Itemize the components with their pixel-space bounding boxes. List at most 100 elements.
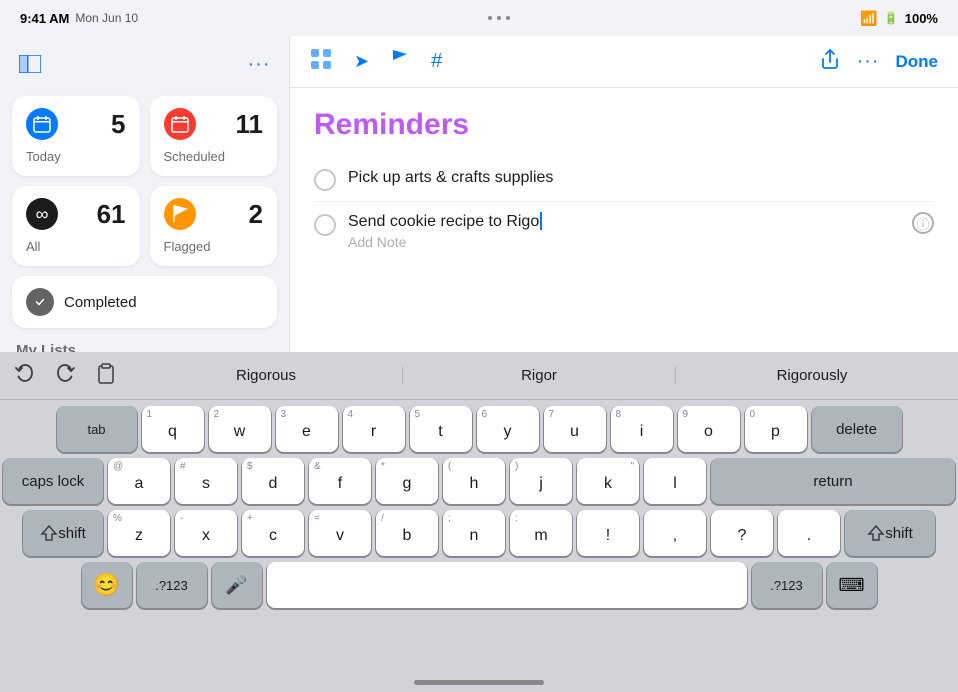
reminder-item-2[interactable]: Send cookie recipe to Rigo Add Note ⓘ xyxy=(314,202,934,260)
smart-list-all[interactable]: ∞ 61 All xyxy=(12,186,140,266)
reminder-checkbox-1[interactable] xyxy=(314,169,336,191)
toolbar-share-icon[interactable] xyxy=(819,48,841,76)
key-n[interactable]: ; n xyxy=(443,510,505,556)
reminder-checkbox-2[interactable] xyxy=(314,214,336,236)
suggestion-1[interactable]: Rigor xyxy=(403,367,676,384)
home-indicator xyxy=(0,672,958,692)
key-question[interactable]: ? xyxy=(711,510,773,556)
toolbar-more-icon[interactable]: ··· xyxy=(857,50,880,73)
toolbar-location-icon[interactable]: ➤ xyxy=(354,51,369,72)
key-v[interactable]: = v xyxy=(309,510,371,556)
done-button[interactable]: Done xyxy=(896,52,939,72)
key-i[interactable]: 8 i xyxy=(611,406,673,452)
reminder-info-icon-2[interactable]: ⓘ xyxy=(912,212,934,234)
key-period[interactable]: . xyxy=(778,510,840,556)
numbers-key-left[interactable]: .?123 xyxy=(137,562,207,608)
reminder-text-block-1: Pick up arts & crafts supplies xyxy=(348,168,934,189)
sidebar-toggle-button[interactable] xyxy=(16,50,44,78)
key-o[interactable]: 9 o xyxy=(678,406,740,452)
dot3 xyxy=(506,16,510,20)
key-x[interactable]: - x xyxy=(175,510,237,556)
key-e[interactable]: 3 e xyxy=(276,406,338,452)
space-key[interactable] xyxy=(267,562,747,608)
dot2 xyxy=(497,16,501,20)
key-f[interactable]: & f xyxy=(309,458,371,504)
key-exclaim[interactable]: ! xyxy=(577,510,639,556)
delete-key[interactable]: delete xyxy=(812,406,902,452)
key-d[interactable]: $ d xyxy=(242,458,304,504)
caps-lock-key[interactable]: caps lock xyxy=(3,458,103,504)
key-z[interactable]: % z xyxy=(108,510,170,556)
key-u[interactable]: 7 u xyxy=(544,406,606,452)
today-label: Today xyxy=(26,149,126,164)
battery-icon: 🔋 xyxy=(884,11,899,25)
key-y[interactable]: 6 y xyxy=(477,406,539,452)
smart-list-completed[interactable]: Completed xyxy=(12,276,277,328)
shift-left-key[interactable]: shift xyxy=(23,510,103,556)
key-a[interactable]: @ a xyxy=(108,458,170,504)
smart-list-flagged[interactable]: 2 Flagged xyxy=(150,186,278,266)
keyboard-dismiss-key[interactable]: ⌨ xyxy=(827,562,877,608)
wifi-icon: 📶 xyxy=(860,10,877,27)
key-m[interactable]: : m xyxy=(510,510,572,556)
status-bar-center xyxy=(488,16,510,20)
key-l[interactable]: l xyxy=(644,458,706,504)
key-b[interactable]: / b xyxy=(376,510,438,556)
smart-list-scheduled[interactable]: 11 Scheduled xyxy=(150,96,278,176)
text-cursor xyxy=(540,212,542,230)
clipboard-button[interactable] xyxy=(92,358,120,394)
status-bar-left: 9:41 AM Mon Jun 10 xyxy=(20,11,138,26)
scheduled-label: Scheduled xyxy=(164,149,264,164)
toolbar-hash-icon[interactable]: # xyxy=(431,50,442,73)
redo-button[interactable] xyxy=(50,358,80,394)
completed-icon xyxy=(26,288,54,316)
key-p[interactable]: 0 p xyxy=(745,406,807,452)
suggestion-2[interactable]: Rigorously xyxy=(676,367,948,384)
reminder-item-1[interactable]: Pick up arts & crafts supplies xyxy=(314,158,934,202)
reminder-text-1: Pick up arts & crafts supplies xyxy=(348,169,553,186)
key-r[interactable]: 4 r xyxy=(343,406,405,452)
key-k[interactable]: " k xyxy=(577,458,639,504)
numbers-key-right[interactable]: .?123 xyxy=(752,562,822,608)
flagged-label: Flagged xyxy=(164,239,264,254)
microphone-key[interactable]: 🎤 xyxy=(212,562,262,608)
flagged-card-row: 2 xyxy=(164,198,264,230)
shift-right-key[interactable]: shift xyxy=(845,510,935,556)
reminder-text-block-2: Send cookie recipe to Rigo Add Note xyxy=(348,212,900,250)
today-count: 5 xyxy=(111,109,125,140)
key-s[interactable]: # s xyxy=(175,458,237,504)
toolbar: ➤ # ··· xyxy=(290,36,958,88)
toolbar-grid-icon[interactable] xyxy=(310,48,332,76)
key-t[interactable]: 5 t xyxy=(410,406,472,452)
toolbar-flag-icon[interactable] xyxy=(391,48,409,76)
undo-button[interactable] xyxy=(10,358,40,394)
tab-key[interactable]: tab xyxy=(57,406,137,452)
emoji-key[interactable]: 😊 xyxy=(82,562,132,608)
status-time: 9:41 AM xyxy=(20,11,69,26)
return-key[interactable]: return xyxy=(711,458,955,504)
all-count: 61 xyxy=(97,199,126,230)
completed-row: Completed xyxy=(26,288,263,316)
suggestion-0[interactable]: Rigorous xyxy=(130,367,403,384)
key-row-3: shift % z - x + c = v / b ; xyxy=(3,510,955,556)
status-bar-right: 📶 🔋 100% xyxy=(860,10,938,27)
key-comma[interactable]: , xyxy=(644,510,706,556)
add-note-placeholder[interactable]: Add Note xyxy=(348,234,900,250)
smart-list-today[interactable]: 10 5 Today xyxy=(12,96,140,176)
undo-redo-controls xyxy=(10,358,80,394)
key-row-1: tab 1 q 2 w 3 e 4 r 5 t 6 xyxy=(3,406,955,452)
sidebar-ellipsis-button[interactable]: ··· xyxy=(245,50,273,78)
key-row-2: caps lock @ a # s $ d & f * g xyxy=(3,458,955,504)
reminder-text-value-2: Send cookie recipe to Rigo xyxy=(348,213,539,230)
completed-label: Completed xyxy=(64,294,137,311)
key-c[interactable]: + c xyxy=(242,510,304,556)
key-g[interactable]: * g xyxy=(376,458,438,504)
key-q[interactable]: 1 q xyxy=(142,406,204,452)
key-j[interactable]: ) j xyxy=(510,458,572,504)
all-icon: ∞ xyxy=(26,198,58,230)
key-h[interactable]: ( h xyxy=(443,458,505,504)
reminders-title: Reminders xyxy=(314,108,934,142)
key-w[interactable]: 2 w xyxy=(209,406,271,452)
scheduled-card-row: 11 xyxy=(164,108,264,140)
all-card-row: ∞ 61 xyxy=(26,198,126,230)
